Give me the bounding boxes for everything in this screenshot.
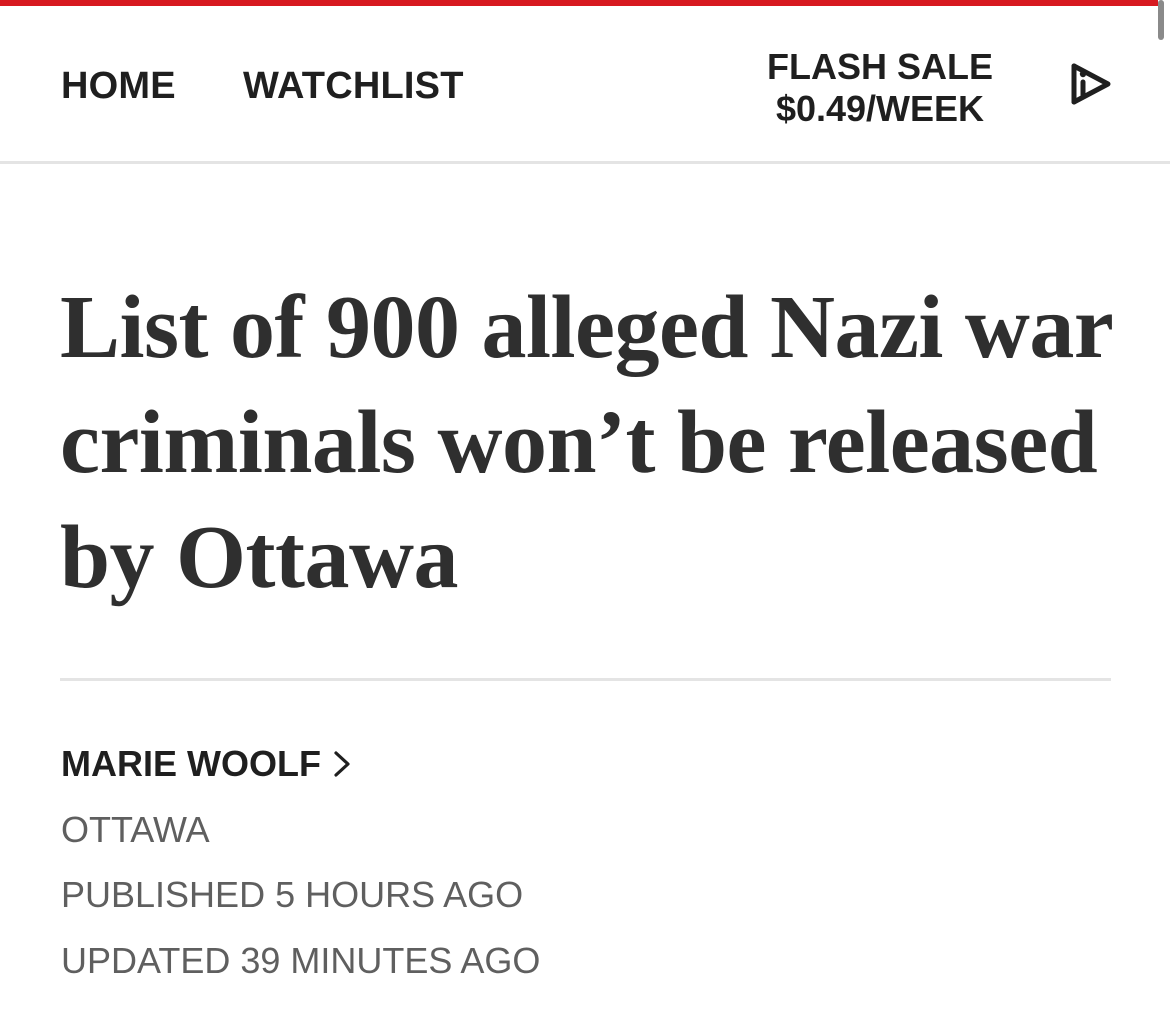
article-headline: List of 900 alleged Nazi war criminals w… [60,278,1112,607]
nav-home-link[interactable]: HOME [61,64,176,108]
play-icon[interactable] [1064,58,1116,110]
promo-line-1: FLASH SALE [766,46,993,87]
dateline-location: OTTAWA [61,809,210,850]
flash-sale-promo-link[interactable]: FLASH SALE $0.49/WEEK [760,46,1000,130]
author-link[interactable]: MARIE WOOLF [61,742,355,786]
updated-timestamp: UPDATED 39 MINUTES AGO [61,940,541,981]
nav-watchlist-link[interactable]: WATCHLIST [243,64,464,108]
headline-divider [60,678,1111,681]
promo-line-2: $0.49/WEEK [775,88,985,129]
published-timestamp: PUBLISHED 5 HOURS AGO [61,874,524,915]
chevron-right-icon [334,751,350,777]
author-name: MARIE WOOLF [61,743,321,784]
top-navigation: HOME WATCHLIST FLASH SALE $0.49/WEEK [0,6,1170,164]
